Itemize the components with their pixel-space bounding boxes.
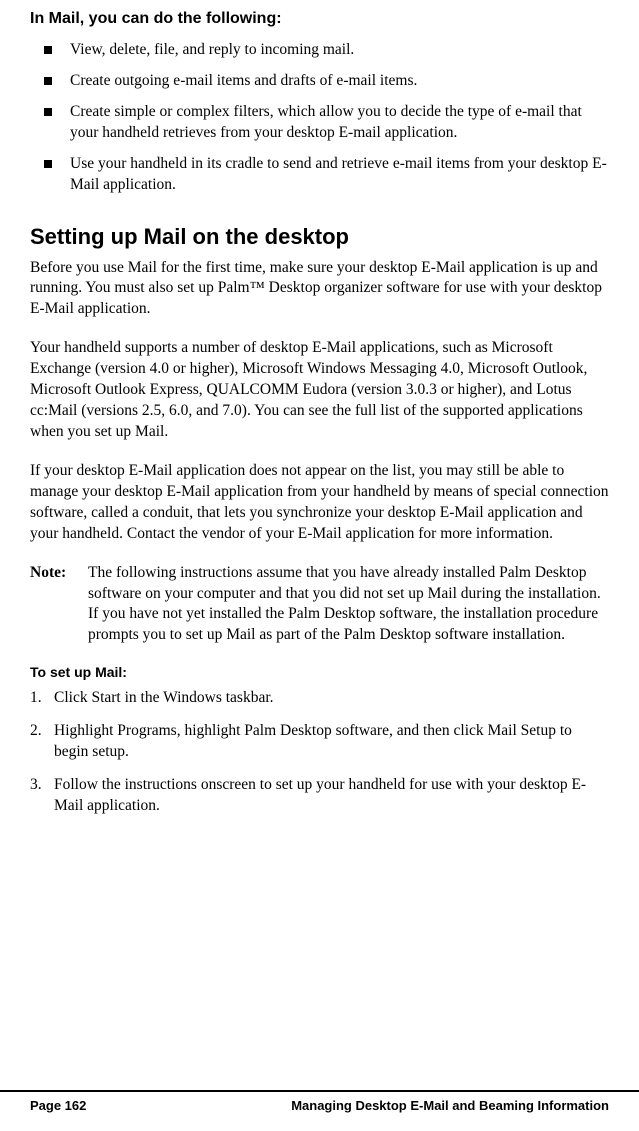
note-block: Note: The following instructions assume … (30, 563, 609, 647)
step-text: Follow the instructions onscreen to set … (54, 775, 609, 817)
list-item-text: View, delete, file, and reply to incomin… (70, 40, 354, 61)
list-item-text: Use your handheld in its cradle to send … (70, 154, 609, 196)
list-item-text: Create outgoing e-mail items and drafts … (70, 71, 417, 92)
list-item: Create outgoing e-mail items and drafts … (30, 71, 609, 92)
list-item: Create simple or complex filters, which … (30, 102, 609, 144)
bullet-icon (44, 46, 52, 54)
step-text: Highlight Programs, highlight Palm Deskt… (54, 721, 609, 763)
list-item-text: Create simple or complex filters, which … (70, 102, 609, 144)
section-heading: Setting up Mail on the desktop (30, 224, 609, 250)
list-item: Use your handheld in its cradle to send … (30, 154, 609, 196)
steps-list: 1. Click Start in the Windows taskbar. 2… (30, 688, 609, 817)
body-paragraph: Your handheld supports a number of deskt… (30, 338, 609, 443)
procedure-heading: To set up Mail: (30, 664, 609, 680)
step-number: 2. (30, 721, 54, 742)
step-number: 1. (30, 688, 54, 709)
note-label: Note: (30, 563, 88, 584)
step-item: 2. Highlight Programs, highlight Palm De… (30, 721, 609, 763)
bullet-icon (44, 77, 52, 85)
intro-heading: In Mail, you can do the following: (30, 10, 609, 28)
step-item: 3. Follow the instructions onscreen to s… (30, 775, 609, 817)
page-footer: Page 162 Managing Desktop E-Mail and Bea… (0, 1090, 639, 1131)
capabilities-list: View, delete, file, and reply to incomin… (30, 40, 609, 196)
step-text: Click Start in the Windows taskbar. (54, 688, 609, 709)
bullet-icon (44, 108, 52, 116)
list-item: View, delete, file, and reply to incomin… (30, 40, 609, 61)
note-body: The following instructions assume that y… (88, 563, 609, 647)
bullet-icon (44, 160, 52, 168)
body-paragraph: Before you use Mail for the first time, … (30, 258, 609, 321)
step-item: 1. Click Start in the Windows taskbar. (30, 688, 609, 709)
page-number: Page 162 (30, 1098, 86, 1113)
step-number: 3. (30, 775, 54, 796)
body-paragraph: If your desktop E-Mail application does … (30, 461, 609, 545)
chapter-title: Managing Desktop E-Mail and Beaming Info… (291, 1098, 609, 1113)
